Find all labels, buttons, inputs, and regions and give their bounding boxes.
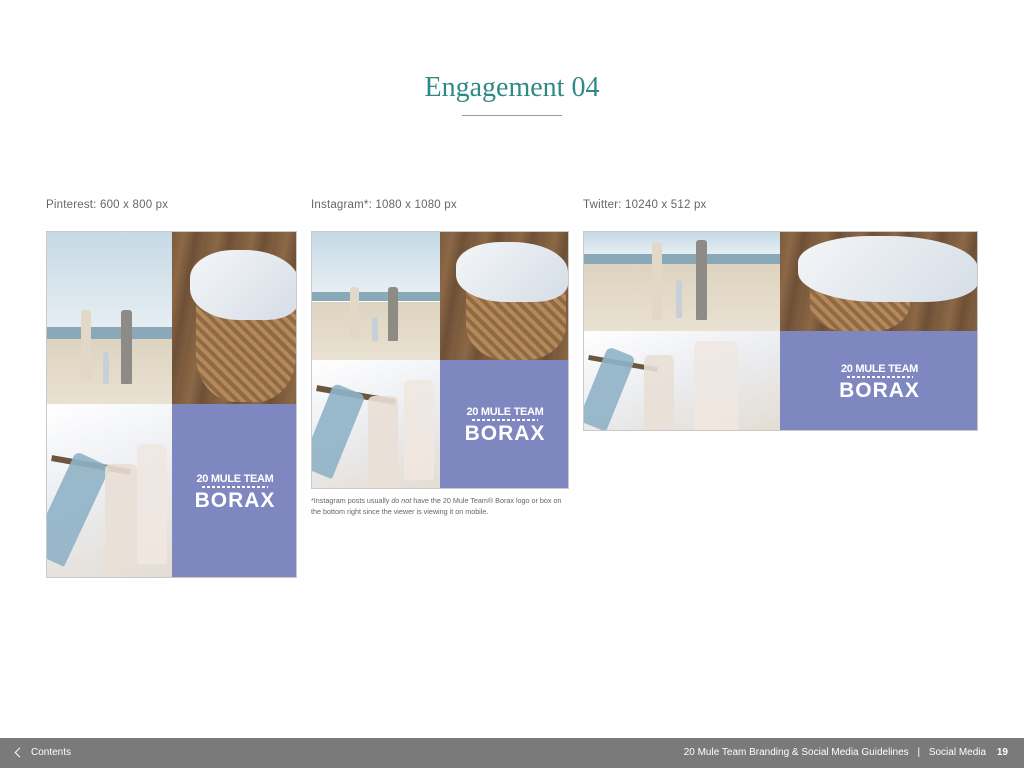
brand-line2: BORAX xyxy=(464,422,546,445)
contents-link[interactable]: Contents xyxy=(14,747,72,758)
footer-separator: | xyxy=(917,747,921,758)
laundry-basket-photo xyxy=(172,232,296,404)
brand-line2: BORAX xyxy=(839,378,920,402)
beach-family-photo xyxy=(312,232,440,360)
brand-line1: 20 MULE TEAM xyxy=(840,362,919,375)
chevron-left-icon xyxy=(14,747,25,758)
twitter-label: Twitter: 10240 x 512 px xyxy=(583,199,707,211)
pinterest-label: Pinterest: 600 x 800 px xyxy=(46,199,169,211)
laundry-basket-photo xyxy=(440,232,568,360)
brand-line1: 20 MULE TEAM xyxy=(466,406,544,418)
mule-team-icon xyxy=(202,485,268,488)
section-name: Social Media xyxy=(928,747,987,758)
pinterest-mockup: 20 MULE TEAM BORAX xyxy=(46,231,297,578)
footer-bar: Contents 20 Mule Team Branding & Social … xyxy=(0,738,1024,768)
borax-logo-tile: 20 MULE TEAM BORAX xyxy=(172,404,296,577)
footer-meta: 20 Mule Team Branding & Social Media Gui… xyxy=(684,747,1008,758)
twitter-mockup: 20 MULE TEAM BORAX xyxy=(583,231,978,431)
clothesline-photo xyxy=(584,331,780,430)
beach-family-photo xyxy=(584,232,780,331)
instagram-footnote: *Instagram posts usually do not have the… xyxy=(311,496,562,516)
borax-logo-tile: 20 MULE TEAM BORAX xyxy=(780,331,977,430)
page-number: 19 xyxy=(996,747,1008,758)
laundry-basket-photo xyxy=(780,232,977,331)
title-underline xyxy=(462,115,562,116)
brand-line2: BORAX xyxy=(194,488,276,512)
document-title: 20 Mule Team Branding & Social Media Gui… xyxy=(683,747,909,758)
page-title: Engagement 04 xyxy=(424,72,600,103)
beach-family-photo xyxy=(47,232,172,404)
contents-link-label: Contents xyxy=(31,747,72,758)
mule-team-icon xyxy=(846,375,913,378)
clothesline-photo xyxy=(47,404,172,577)
mule-team-icon xyxy=(472,419,538,421)
instagram-label: Instagram*: 1080 x 1080 px xyxy=(311,199,457,211)
borax-logo-tile: 20 MULE TEAM BORAX xyxy=(440,360,568,488)
clothesline-photo xyxy=(312,360,440,488)
instagram-mockup: 20 MULE TEAM BORAX xyxy=(311,231,569,489)
brand-line1: 20 MULE TEAM xyxy=(196,472,274,485)
